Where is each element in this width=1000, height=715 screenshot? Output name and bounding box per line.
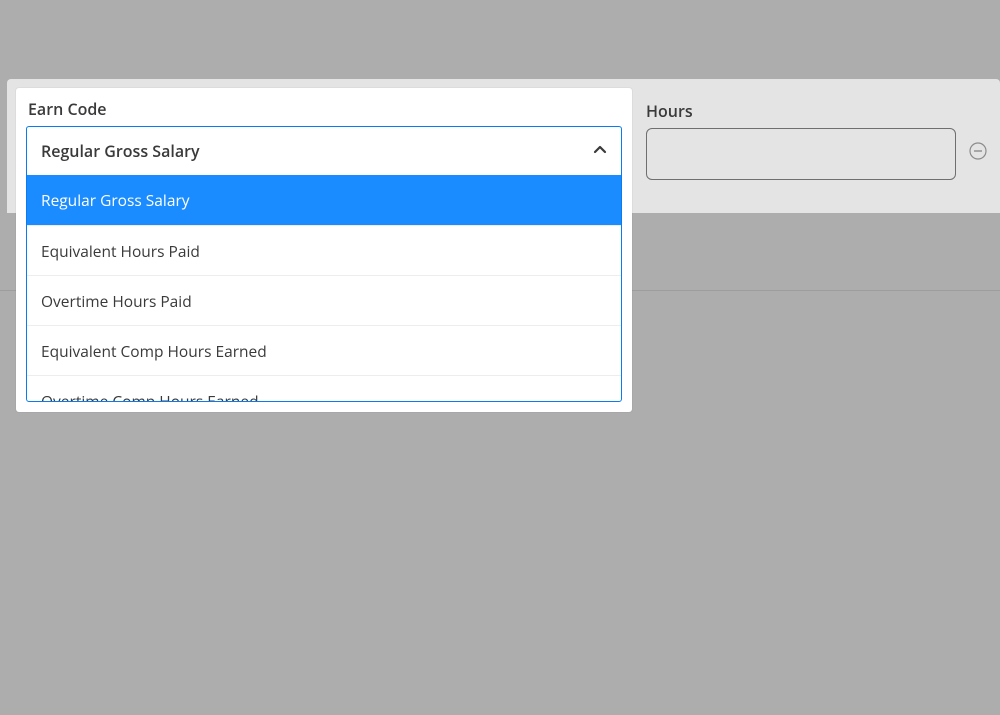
earn-code-option[interactable]: Overtime Hours Paid <box>27 275 621 325</box>
earn-code-option[interactable]: Overtime Comp Hours Earned <box>27 375 621 401</box>
earn-code-label-overlay: Earn Code <box>26 98 622 120</box>
earn-code-dropdown-card: Earn Code Regular Gross Salary Regular G… <box>16 88 632 412</box>
earn-code-select[interactable]: Regular Gross Salary Regular Gross Salar… <box>26 126 622 402</box>
earn-code-option[interactable]: Equivalent Hours Paid <box>27 225 621 275</box>
hours-column: Hours <box>646 100 956 180</box>
chevron-up-icon <box>593 140 607 162</box>
earn-code-options-list: Regular Gross Salary Equivalent Hours Pa… <box>27 175 621 401</box>
hours-input[interactable] <box>646 128 956 180</box>
remove-row-button[interactable] <box>968 141 988 161</box>
earn-code-option[interactable]: Regular Gross Salary <box>27 175 621 225</box>
earn-code-select-header[interactable]: Regular Gross Salary <box>27 127 621 175</box>
minus-circle-icon <box>969 142 987 160</box>
earn-code-option[interactable]: Equivalent Comp Hours Earned <box>27 325 621 375</box>
earn-code-selected-value: Regular Gross Salary <box>41 140 200 162</box>
hours-label: Hours <box>646 100 956 122</box>
